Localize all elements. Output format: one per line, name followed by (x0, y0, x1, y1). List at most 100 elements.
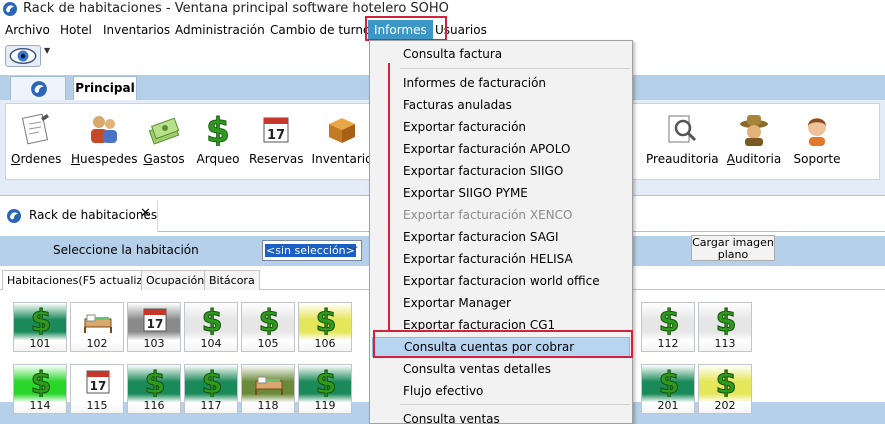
menu-item[interactable]: Exportar facturacion CG1 (372, 315, 630, 335)
menu-item[interactable]: Exportar Manager (372, 293, 630, 313)
room-number: 104 (200, 337, 222, 350)
tab-label: Rack de habitaciones (29, 208, 158, 222)
chevron-down-icon[interactable]: ﹀ (348, 243, 358, 258)
eye-icon[interactable] (5, 45, 41, 67)
load-floorplan-button[interactable]: Cargar imagen plano (691, 235, 775, 261)
svg-text:$: $ (31, 305, 52, 335)
ribbon-home-tab[interactable] (10, 76, 66, 100)
room-tile[interactable]: $104 (184, 302, 238, 352)
room-tile[interactable]: $116 (127, 364, 181, 414)
ribbon-button-huespedes[interactable]: Huespedes (71, 110, 138, 172)
tab-habitaciones[interactable]: Habitaciones(F5 actualizar) (2, 270, 163, 290)
svg-text:$: $ (659, 367, 680, 397)
window-title: Rack de habitaciones - Ventana principal… (23, 1, 449, 16)
ribbon-button-reservas[interactable]: 17 Reservas (249, 110, 303, 172)
menu-item[interactable]: Exportar facturación HELISA (372, 249, 630, 269)
room-select-value: <sin selección> (265, 244, 356, 257)
room-number: 112 (657, 337, 679, 350)
room-number: 117 (200, 399, 222, 412)
ribbon-button-arqueo[interactable]: $ Arqueo (195, 110, 241, 172)
close-icon[interactable]: ✕ (140, 206, 151, 221)
menu-item[interactable]: Exportar facturación (372, 117, 630, 137)
menu-item[interactable]: Exportar facturación XENCO (372, 205, 630, 225)
menu-item[interactable]: Exportar facturacion SAGI (372, 227, 630, 247)
room-tile[interactable]: $201 (641, 364, 695, 414)
svg-text:$: $ (31, 367, 52, 397)
dollar-icon: $ (30, 305, 52, 335)
menu-item[interactable]: Exportar SIIGO PYME (372, 183, 630, 203)
dollar-icon: $ (715, 305, 737, 335)
svg-text:$: $ (659, 305, 680, 335)
room-tile[interactable]: $112 (641, 302, 695, 352)
svg-text:$: $ (202, 367, 223, 397)
room-tile[interactable]: $114 (13, 364, 67, 414)
room-tile[interactable]: $106 (298, 302, 352, 352)
menu-item[interactable]: Flujo efectivo (372, 381, 630, 401)
room-tile[interactable]: $117 (184, 364, 238, 414)
app-logo-icon (7, 209, 21, 223)
menu-informes[interactable]: Informes (368, 20, 433, 40)
menu-archivo[interactable]: Archivo (5, 20, 50, 40)
dollar-icon: $ (144, 367, 166, 397)
menu-item[interactable]: Exportar facturacion SIIGO (372, 161, 630, 181)
room-tile[interactable]: $105 (241, 302, 295, 352)
tab-ocupacion[interactable]: Ocupación (141, 270, 210, 290)
menu-item[interactable]: Exportar facturación APOLO (372, 139, 630, 159)
room-number: 113 (714, 337, 736, 350)
room-tile[interactable]: $119 (298, 364, 352, 414)
room-number: 103 (143, 337, 165, 350)
ribbon-button-gastos[interactable]: Gastos (143, 110, 185, 172)
tab-bitacora[interactable]: Bitácora (204, 270, 260, 290)
room-number: 201 (657, 399, 679, 412)
menu-bar: Archivo Hotel Inventarios Administración… (0, 20, 885, 40)
menu-hotel[interactable]: Hotel (60, 20, 92, 40)
room-tile[interactable]: $113 (698, 302, 752, 352)
box-icon (329, 118, 355, 143)
svg-text:$: $ (316, 367, 337, 397)
room-tile[interactable]: $202 (698, 364, 752, 414)
dollar-icon: $ (315, 305, 337, 335)
menu-administracion[interactable]: Administración (175, 20, 265, 40)
informes-dropdown-menu: Consulta factura Informes de facturación F… (369, 40, 633, 424)
menu-cambio-de-turno[interactable]: Cambio de turno (270, 20, 370, 40)
menu-item[interactable]: Facturas anuladas (372, 95, 630, 115)
room-number: 115 (86, 399, 108, 412)
menu-item[interactable]: Informes de facturación (372, 73, 630, 93)
svg-text:17: 17 (90, 379, 107, 393)
dollar-icon: $ (206, 112, 231, 146)
menu-item[interactable]: Consulta factura (372, 44, 630, 64)
money-stack-icon (148, 117, 180, 145)
menu-item[interactable]: Consulta ventas detalles (372, 359, 630, 379)
menu-separator (400, 68, 630, 69)
menu-item[interactable]: Consulta cuentas por cobrar (372, 337, 630, 357)
room-tile[interactable]: 102 (70, 302, 124, 352)
support-agent-icon (808, 118, 826, 146)
room-tile[interactable]: 17 115 (70, 364, 124, 414)
svg-text:17: 17 (267, 128, 285, 143)
menu-inventarios[interactable]: Inventarios (103, 20, 170, 40)
svg-text:$: $ (716, 367, 737, 397)
room-tile[interactable]: $101 (13, 302, 67, 352)
chevron-down-icon[interactable]: ▼ (44, 46, 50, 55)
room-select-combobox[interactable]: <sin selección> ﹀ (262, 240, 362, 261)
ribbon-button-inventario[interactable]: Inventario (309, 110, 375, 172)
dollar-icon: $ (258, 305, 280, 335)
tab-principal[interactable]: Principal (73, 76, 137, 100)
menu-item[interactable]: Exportar facturacion world office (372, 271, 630, 291)
guests-icon (91, 116, 117, 143)
tab-rack-de-habitaciones[interactable]: Rack de habitaciones ✕ (0, 200, 158, 232)
menu-usuarios[interactable]: Usuarios (435, 20, 487, 40)
svg-text:$: $ (206, 112, 230, 146)
ribbon-button-soporte[interactable]: Soporte (791, 110, 843, 172)
svg-text:$: $ (259, 305, 280, 335)
ribbon-button-ordenes[interactable]: Ordenes (11, 110, 61, 172)
magnifier-document-icon (668, 115, 697, 143)
room-number: 202 (714, 399, 736, 412)
room-number: 102 (86, 337, 108, 350)
room-tile[interactable]: 17 103 (127, 302, 181, 352)
ribbon-button-preauditoria[interactable]: Preauditoria (646, 110, 719, 172)
menu-separator (400, 404, 630, 405)
menu-item[interactable]: Consulta ventas (372, 409, 630, 424)
ribbon-button-auditoria[interactable]: Auditoria (725, 110, 783, 172)
room-tile[interactable]: 118 (241, 364, 295, 414)
